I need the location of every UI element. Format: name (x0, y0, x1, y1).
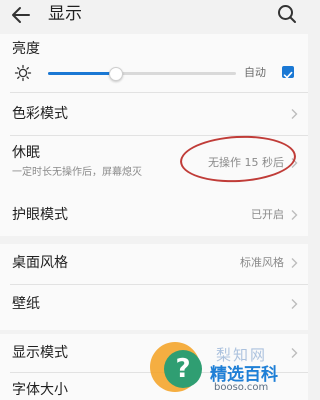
brightness-slider-thumb[interactable] (108, 67, 123, 81)
back-arrow-icon[interactable] (10, 4, 32, 26)
color-mode-row[interactable]: 色彩模式 (0, 93, 308, 135)
desktop-style-value: 标准风格 (240, 256, 284, 269)
auto-brightness-label: 自动 (244, 66, 266, 79)
settings-section-2: 护眼模式 已开启 (0, 196, 308, 236)
brightness-sun-icon (14, 64, 32, 82)
auto-brightness-checkbox[interactable] (282, 66, 294, 79)
desktop-style-row[interactable]: 桌面风格 标准风格 (0, 244, 308, 284)
font-size-label: 字体大小 (12, 382, 68, 398)
checkmark-icon (283, 71, 293, 79)
eye-protection-row[interactable]: 护眼模式 已开启 (0, 196, 308, 236)
top-app-bar: 显示 (0, 0, 308, 30)
brightness-slider[interactable] (48, 67, 236, 81)
question-mark-icon: ? (175, 354, 191, 384)
brightness-slider-fill (48, 72, 116, 75)
watermark-site: booso.com (214, 382, 269, 393)
chevron-right-icon (291, 109, 298, 119)
brightness-label: 亮度 (12, 41, 40, 57)
display-mode-label: 显示模式 (12, 345, 68, 361)
search-icon[interactable] (276, 3, 298, 25)
wallpaper-label: 壁纸 (12, 296, 40, 312)
chevron-right-icon (291, 348, 298, 358)
chevron-right-icon (291, 258, 298, 268)
sleep-label: 休眠 (12, 145, 40, 161)
eye-protection-label: 护眼模式 (12, 207, 68, 223)
wallpaper-row[interactable]: 壁纸 (0, 285, 308, 330)
sleep-subtitle: 一定时长无操作后，屏幕熄灭 (12, 167, 142, 178)
chevron-right-icon (291, 299, 298, 309)
chevron-right-icon (291, 210, 298, 220)
desktop-style-label: 桌面风格 (12, 255, 68, 271)
color-mode-label: 色彩模式 (12, 106, 68, 122)
settings-section-3: 桌面风格 标准风格 壁纸 (0, 244, 308, 330)
page-title: 显示 (48, 4, 82, 24)
eye-protection-value: 已开启 (251, 208, 284, 221)
